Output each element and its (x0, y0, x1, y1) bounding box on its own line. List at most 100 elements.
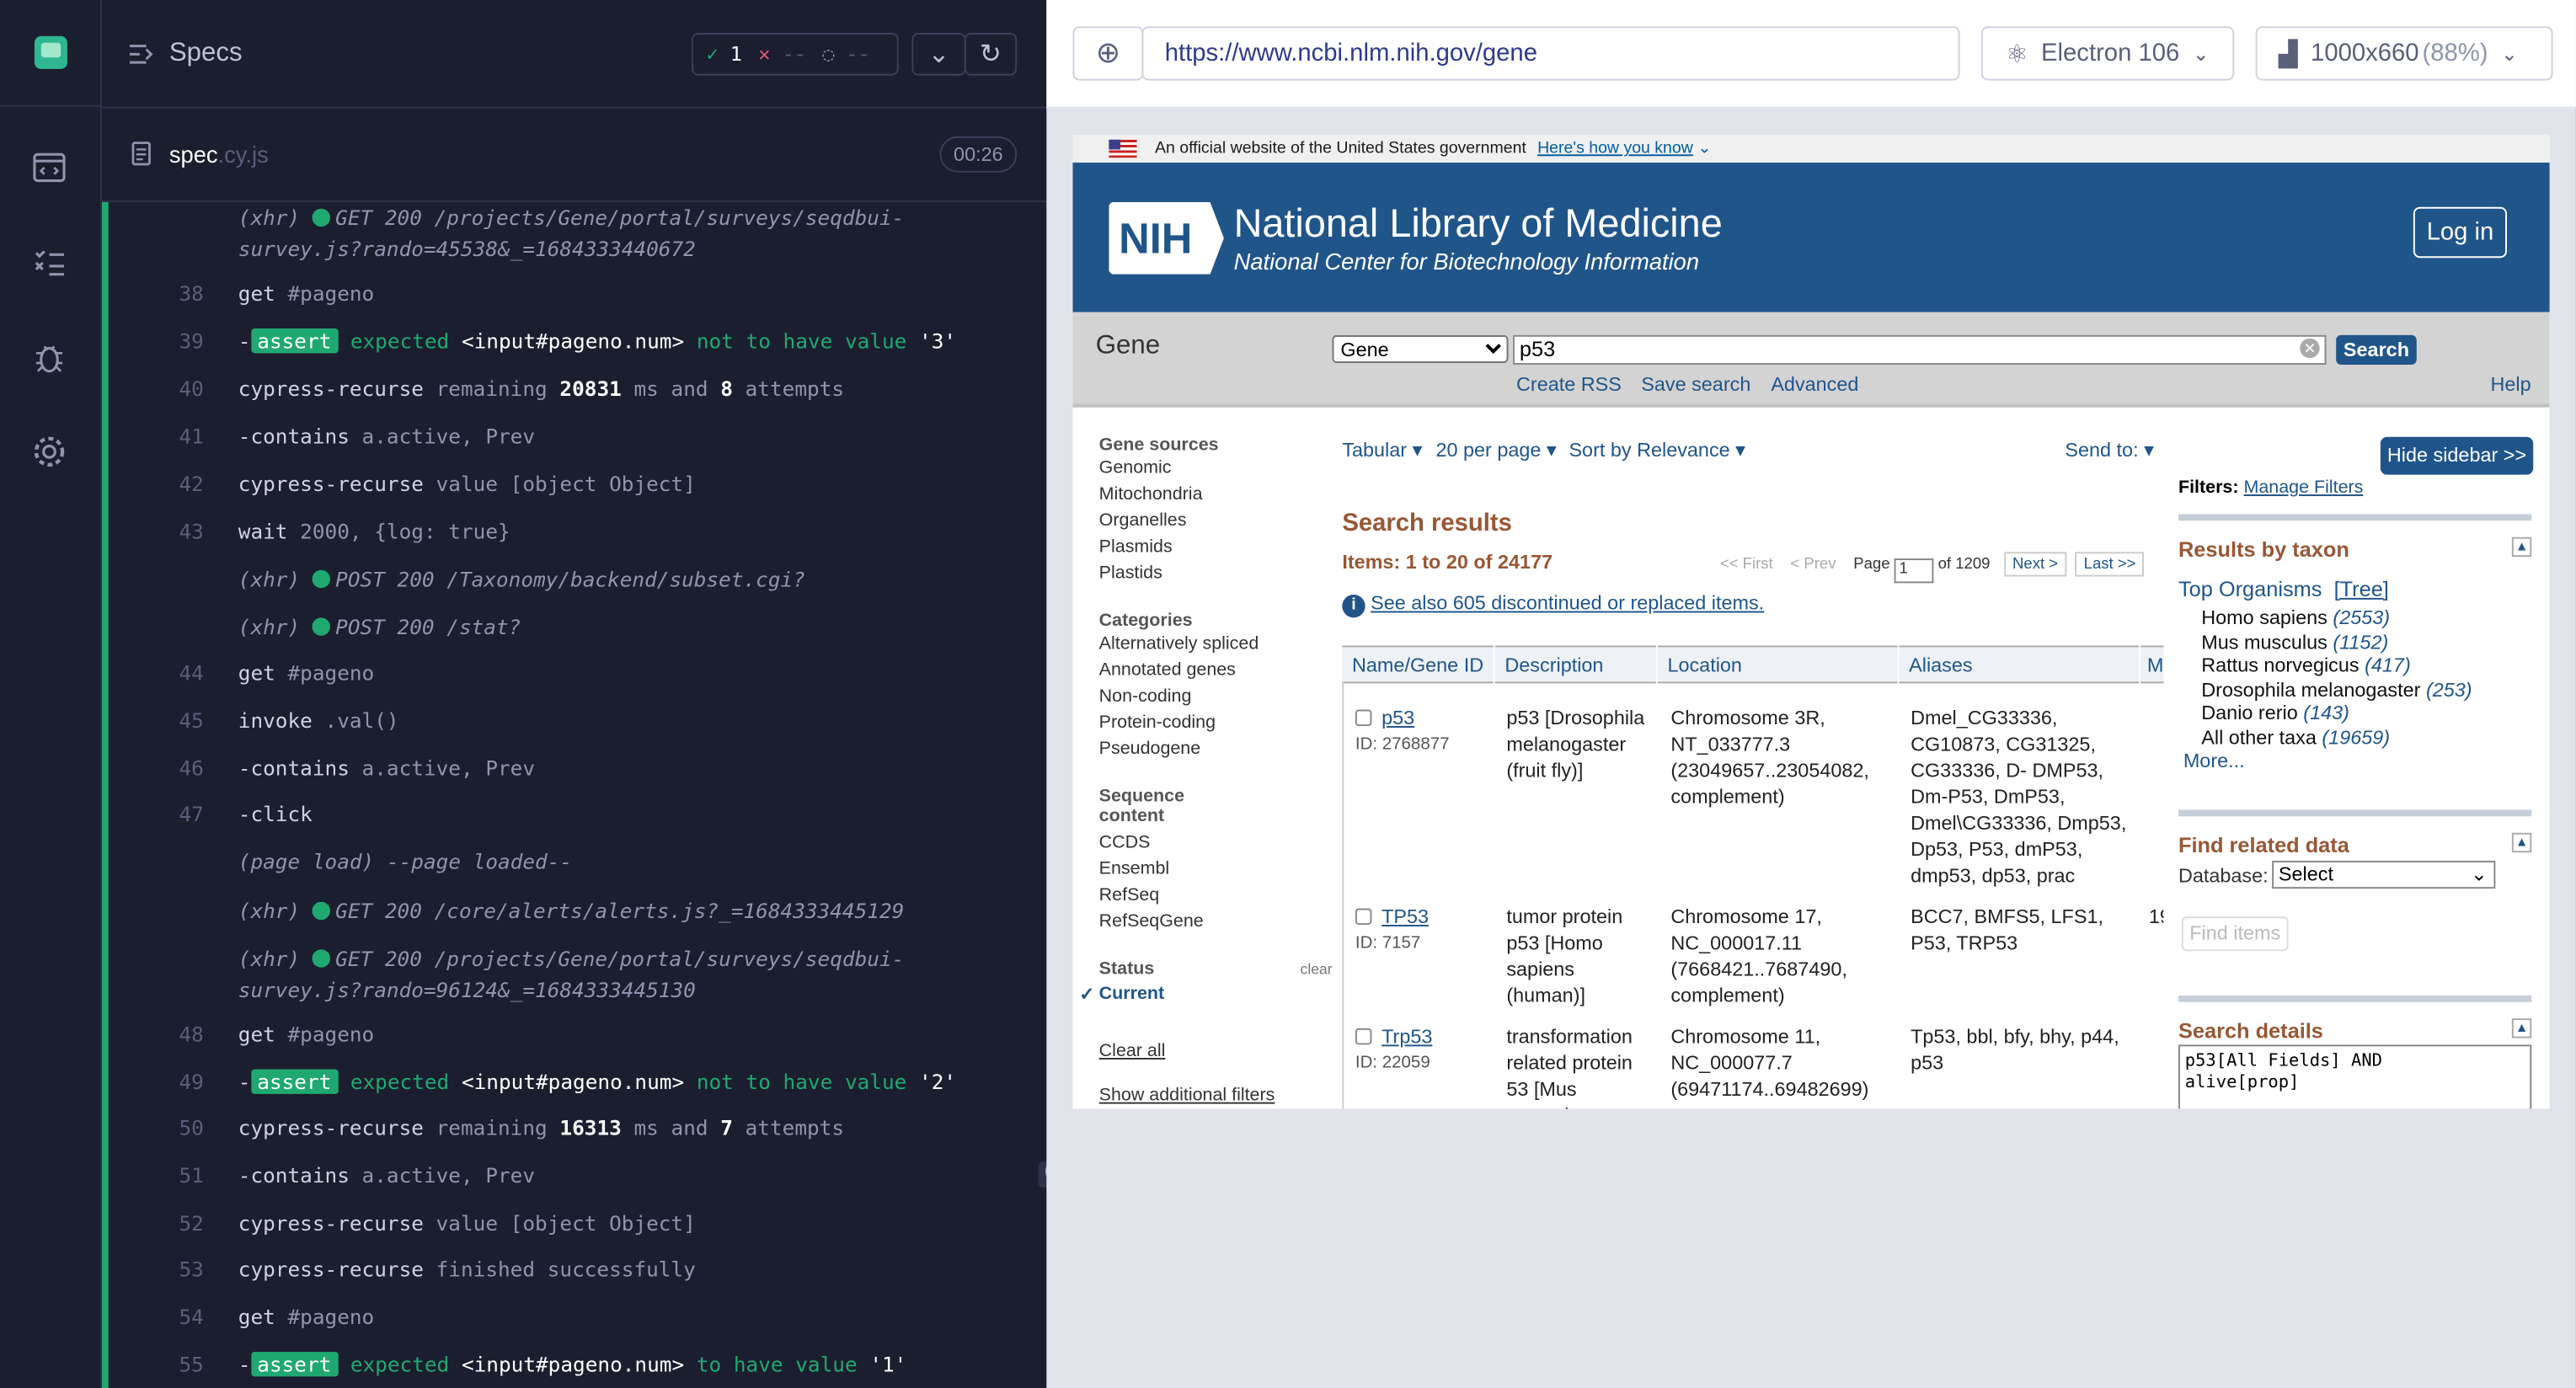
facet-item[interactable]: CCDS (1099, 830, 1204, 856)
facet-item[interactable]: Protein-coding (1099, 710, 1259, 736)
col-aliases[interactable]: Aliases (1899, 645, 2140, 684)
specs-nav-icon[interactable] (31, 149, 67, 185)
command-row[interactable]: 48 get #pageno (151, 1018, 1022, 1051)
row-checkbox[interactable] (1355, 908, 1372, 926)
format-tabular[interactable]: Tabular ▾ (1342, 439, 1422, 462)
command-row[interactable]: 50 cypress-recurse remaining 16313 ms and… (151, 1112, 1022, 1145)
collapse-icon[interactable]: ▲ (2511, 1018, 2532, 1038)
url-bar[interactable]: https://www.ncbi.nlm.nih.gov/gene (1141, 26, 1960, 81)
facet-item[interactable]: Mitochondria (1099, 481, 1219, 507)
collapse-icon[interactable]: ▲ (2511, 537, 2532, 558)
col-description[interactable]: Description (1494, 645, 1656, 684)
command-row[interactable]: 49 - assert expected <input#pageno.num> no… (151, 1066, 1022, 1099)
command-row[interactable]: 44 get #pageno (151, 657, 1022, 690)
facet-item[interactable]: Plastids (1099, 560, 1219, 586)
search-details-box[interactable]: p53[All Fields] AND alive[prop] (2178, 1044, 2532, 1109)
pager-first[interactable]: << First (1720, 555, 1773, 573)
clear-icon[interactable]: ✕ (2300, 338, 2320, 359)
clear-all-link[interactable]: Clear all (1099, 1041, 1166, 1060)
command-row[interactable]: (xhr) GET 200 /projects/Gene/portal/surv… (151, 202, 1022, 261)
see-also-link[interactable]: See also 605 discontinued or replaced it… (1371, 591, 1764, 614)
gene-link[interactable]: Trp53 (1382, 1025, 1432, 1048)
taxon-item[interactable]: Homo sapiens (2553) (2201, 606, 2472, 630)
facet-item[interactable]: Alternatively spliced (1099, 631, 1259, 657)
search-input[interactable]: p53 (1513, 334, 2327, 365)
advanced-link[interactable]: Advanced (1771, 373, 1858, 396)
facet-item[interactable]: Annotated genes (1099, 657, 1259, 683)
gene-link[interactable]: TP53 (1382, 905, 1429, 928)
pager-last[interactable]: Last >> (2075, 552, 2145, 577)
database-select[interactable]: Select ⌄ (2272, 860, 2496, 889)
command-row[interactable]: 42 cypress-recurse value [object Object] (151, 468, 1022, 501)
col-location[interactable]: Location (1657, 645, 1898, 684)
expand-collapse-button[interactable]: ⌄ (911, 33, 966, 76)
command-row[interactable]: (xhr) POST 200 /stat? (151, 611, 1022, 644)
command-row[interactable]: (xhr) GET 200 /projects/Gene/portal/surv… (151, 942, 1022, 1001)
status-clear-link[interactable]: clear (1301, 961, 1333, 978)
heres-how-link[interactable]: Here's how you know (1537, 140, 1693, 157)
search-button[interactable]: Search (2336, 334, 2417, 365)
sort-select[interactable]: Sort by Relevance ▾ (1569, 439, 1745, 462)
command-row[interactable]: 38 get #pageno (151, 278, 1022, 311)
cypress-logo[interactable] (0, 0, 102, 107)
browser-selector[interactable]: ⚛ Electron 106 ⌄ (1980, 26, 2235, 81)
command-row[interactable]: 54 get #pageno (151, 1301, 1022, 1334)
selector-playground-button[interactable]: ⊕ (1072, 26, 1144, 81)
pager-next[interactable]: Next > (2004, 552, 2066, 577)
command-row[interactable]: (xhr) POST 200 /Taxonomy/backend/subset.… (151, 563, 1022, 596)
row-checkbox[interactable] (1355, 709, 1372, 727)
specs-list-icon[interactable] (128, 43, 154, 66)
send-to-menu[interactable]: Send to: ▾ (2065, 439, 2153, 462)
command-row[interactable]: (page load) --page loaded-- (151, 846, 1022, 878)
command-row[interactable]: 40 cypress-recurse remaining 20831 ms and… (151, 373, 1022, 406)
per-page-select[interactable]: 20 per page ▾ (1435, 439, 1556, 462)
command-row[interactable]: 51 -contains a.active, Prev 0 (151, 1160, 1047, 1193)
db-select[interactable]: Gene (1332, 334, 1509, 364)
command-row[interactable]: 43 wait 2000, {log: true} (151, 515, 1022, 548)
more-taxa-link[interactable]: More... (2183, 749, 2245, 771)
login-button[interactable]: Log in (2413, 206, 2508, 259)
command-row[interactable]: 39 - assert expected <input#pageno.num> no… (151, 325, 1022, 358)
command-row[interactable]: 53 cypress-recurse finished successfully (151, 1253, 1022, 1286)
facet-item[interactable]: RefSeqGene (1099, 909, 1204, 935)
find-items-button[interactable]: Find items (2181, 916, 2289, 952)
save-search-link[interactable]: Save search (1641, 373, 1750, 396)
taxon-item[interactable]: Rattus norvegicus (417) (2201, 654, 2472, 677)
settings-gear-icon[interactable] (31, 434, 67, 470)
col-mim[interactable]: MI (2140, 645, 2164, 684)
viewport-info[interactable]: ▟ 1000x660 (88%) ⌄ (2255, 26, 2553, 81)
manage-filters-link[interactable]: Manage Filters (2243, 478, 2363, 498)
nih-logo[interactable]: NIH (1109, 201, 1224, 275)
debug-bug-icon[interactable] (31, 340, 67, 376)
command-row[interactable]: (xhr) GET 200 /core/alerts/alerts.js?_=1… (151, 895, 1022, 928)
facet-item[interactable]: Organelles (1099, 508, 1219, 534)
hide-sidebar-button[interactable]: Hide sidebar >> (2380, 436, 2534, 475)
command-row[interactable]: 52 cypress-recurse value [object Object] (151, 1207, 1022, 1240)
status-current[interactable]: ✓ Current (1079, 984, 1333, 1005)
command-row[interactable]: 55 - assert expected <input#pageno.num> to… (151, 1348, 1022, 1381)
command-row[interactable]: 46 -contains a.active, Prev (151, 752, 1022, 785)
collapse-icon[interactable]: ▲ (2511, 832, 2532, 853)
pager-prev[interactable]: < Prev (1790, 555, 1836, 573)
row-checkbox[interactable] (1355, 1028, 1372, 1045)
facet-item[interactable]: RefSeq (1099, 882, 1204, 908)
facet-item[interactable]: Non-coding (1099, 683, 1259, 709)
page-number-input[interactable]: 1 (1894, 558, 1934, 584)
facet-item[interactable]: Ensembl (1099, 856, 1204, 882)
taxon-item[interactable]: Mus musculus (1152) (2201, 630, 2472, 654)
gene-link[interactable]: p53 (1382, 707, 1414, 729)
taxon-item[interactable]: Drosophila melanogaster (253) (2201, 677, 2472, 701)
help-link[interactable]: Help (2491, 373, 2531, 396)
taxon-item[interactable]: Danio rerio (143) (2201, 702, 2472, 725)
create-rss-link[interactable]: Create RSS (1516, 373, 1622, 396)
facet-item[interactable]: Genomic (1099, 455, 1219, 481)
show-filters-link[interactable]: Show additional filters (1099, 1086, 1275, 1105)
command-row[interactable]: 41 -contains a.active, Prev (151, 420, 1022, 453)
rerun-button[interactable]: ↻ (964, 33, 1018, 76)
nlm-title[interactable]: National Library of Medicine (1234, 202, 1723, 248)
command-row[interactable]: 47 -click (151, 798, 1022, 831)
col-name[interactable]: Name/Gene ID (1342, 645, 1494, 684)
facet-item[interactable]: Pseudogene (1099, 736, 1259, 762)
runs-nav-icon[interactable] (31, 245, 67, 281)
taxon-item[interactable]: All other taxa (19659) (2201, 725, 2472, 749)
